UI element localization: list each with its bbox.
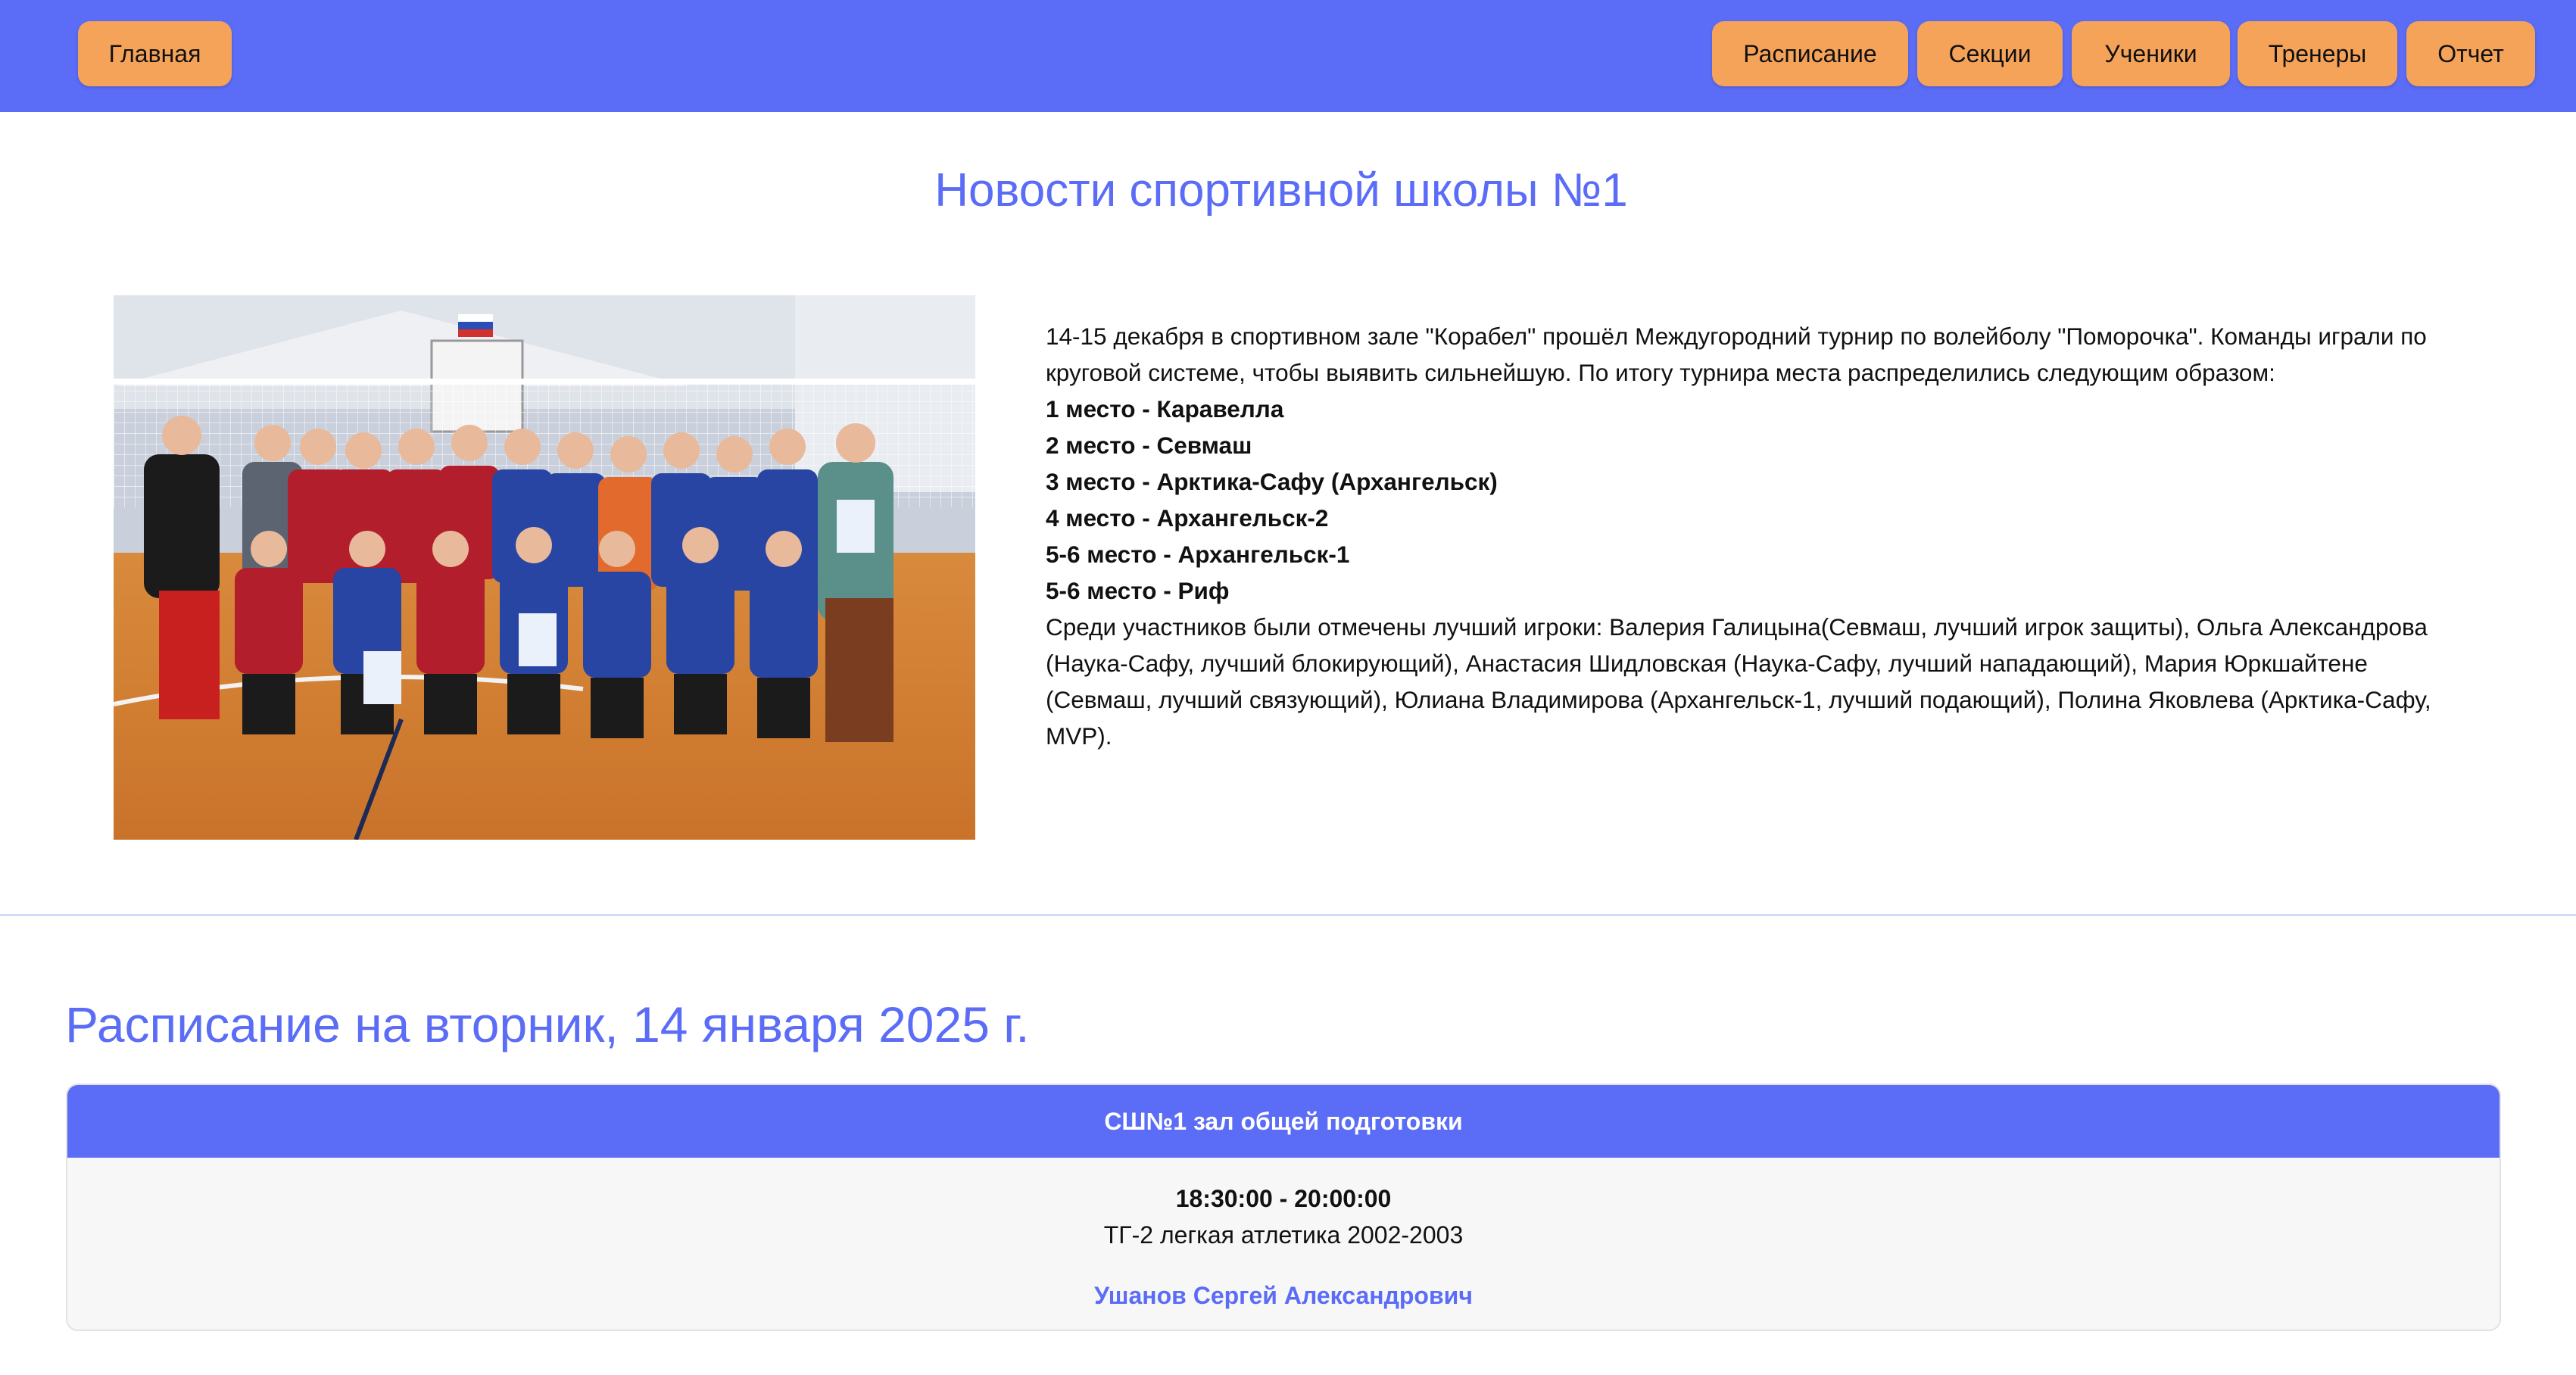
nav-report-button[interactable]: Отчет [2406,21,2535,86]
schedule-time: 18:30:00 - 20:00:00 [1175,1185,1392,1212]
news-intro: 14-15 декабря в спортивном зале "Корабел… [1046,323,2427,386]
place-3: 3 место - Арктика-Сафу (Архангельск) [1046,468,1498,495]
schedule-hall: СШ№1 зал общей подготовки [67,1085,2500,1158]
news-text: 14-15 декабря в спортивном зале "Корабел… [1046,318,2431,754]
place-1: 1 место - Каравелла [1046,395,1284,422]
nav-sections-button[interactable]: Секции [1917,21,2063,86]
place-2: 2 место - Севмаш [1046,432,1252,459]
schedule-card: СШ№1 зал общей подготовки 18:30:00 - 20:… [66,1083,2501,1331]
place-5: 5-6 место - Архангельск-1 [1046,541,1350,568]
schedule-title: Расписание на вторник, 14 января 2025 г. [65,996,1030,1052]
nav-students-button[interactable]: Ученики [2072,21,2230,86]
schedule-group: ТГ-2 легкая атлетика 2002-2003 [1103,1221,1464,1249]
section-divider [0,914,2576,916]
nav-schedule-button[interactable]: Расписание [1712,21,1908,86]
place-6: 5-6 место - Риф [1046,577,1230,604]
news-title: Новости спортивной школы №1 [934,164,1628,217]
top-navbar: Главная Расписание Секции Ученики Тренер… [0,0,2576,112]
news-photo [114,295,975,840]
place-4: 4 место - Архангельск-2 [1046,504,1329,532]
nav-coaches-button[interactable]: Тренеры [2238,21,2397,86]
news-outro: Среди участников были отмечены лучший иг… [1046,613,2431,750]
nav-home-button[interactable]: Главная [78,21,232,86]
schedule-coach-link[interactable]: Ушанов Сергей Александрович [67,1277,2500,1314]
